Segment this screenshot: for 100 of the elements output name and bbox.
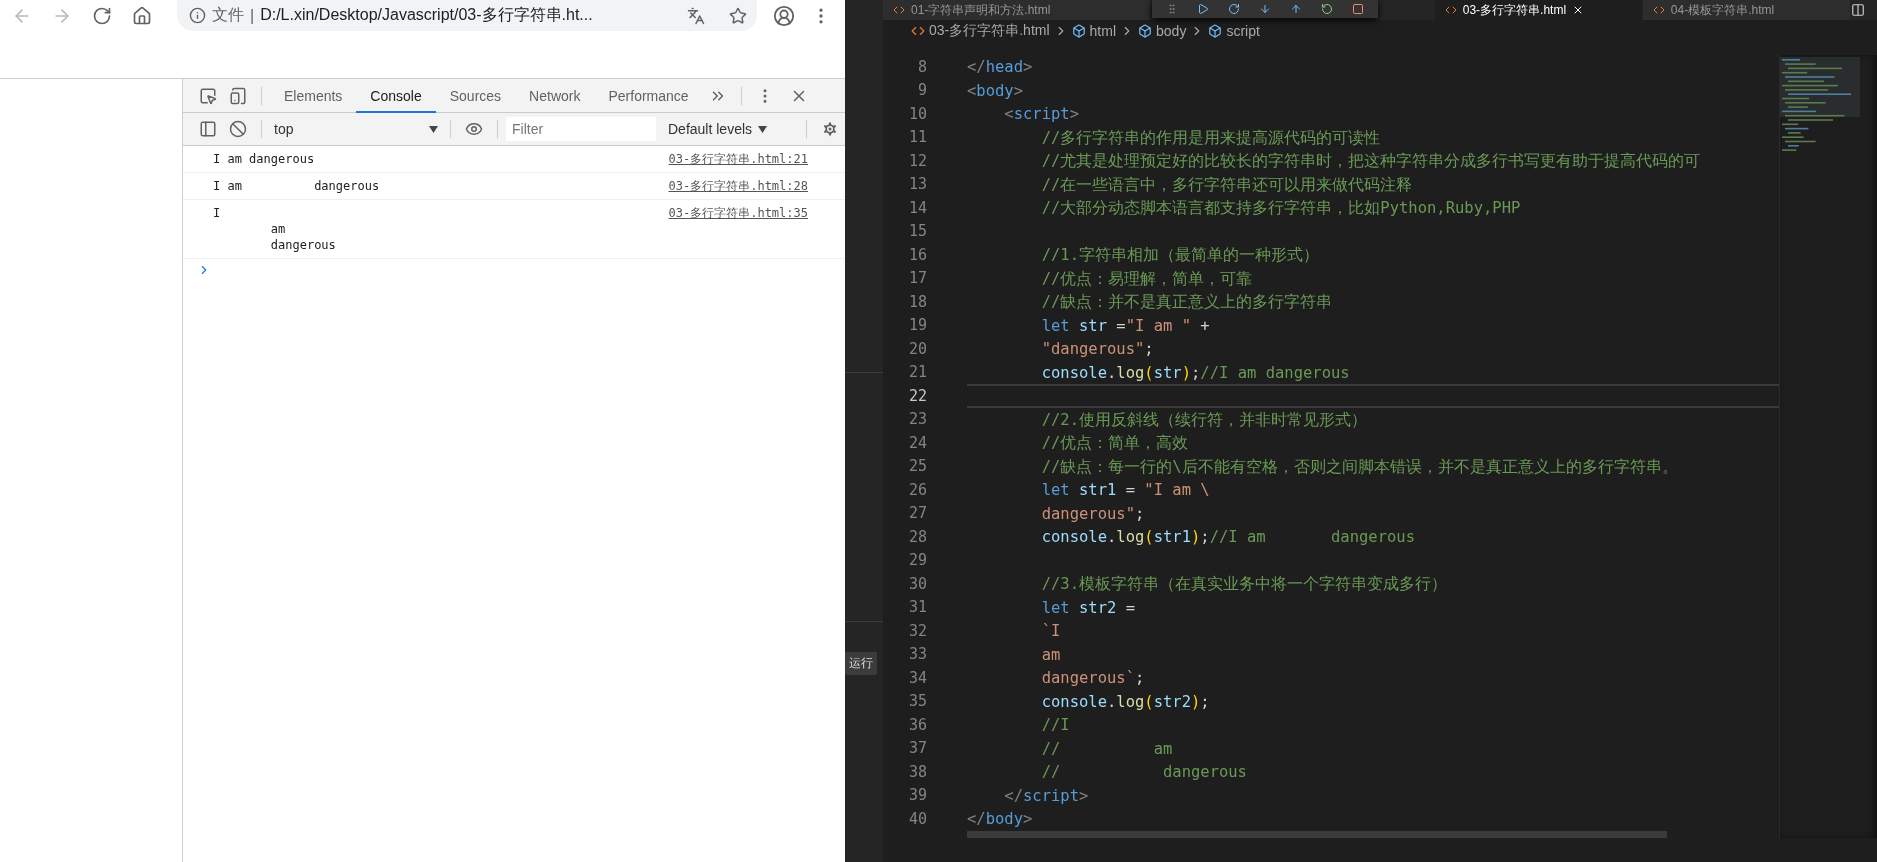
breadcrumb-item[interactable]: script — [1226, 23, 1260, 39]
line-number: 23 — [907, 410, 928, 429]
info-icon — [189, 7, 206, 24]
editor-tab[interactable]: 01-字符串声明和方法.html — [883, 0, 1151, 20]
console-message: I am dangerous — [213, 178, 380, 194]
breadcrumb-item[interactable]: 03-多行字符串.html — [929, 22, 1050, 40]
device-icon[interactable] — [229, 86, 247, 105]
line-number: 26 — [907, 480, 928, 499]
line-number: 12 — [907, 151, 928, 170]
editor-tab[interactable]: 04-模板字符串.html — [1642, 0, 1851, 20]
cube-icon — [1138, 24, 1153, 38]
line-number: 8 — [916, 57, 928, 76]
code-line: let str1 = "I am \ — [1040, 480, 1211, 501]
line-number: 34 — [907, 668, 928, 687]
line-number: 18 — [907, 292, 928, 311]
code-line: </script> — [1003, 785, 1090, 807]
cube-icon — [1208, 24, 1223, 38]
line-number: 22 — [907, 386, 928, 405]
line-number: 9 — [916, 81, 928, 100]
sidebar-icon[interactable] — [199, 120, 217, 138]
code-line: //尤其是处理预定好的比较长的字符串时，把这种字符串分成多行书写更有助于提高代码的可 — [1040, 151, 1702, 172]
line-number: 33 — [907, 645, 928, 664]
source-link[interactable]: 03-多行字符串.html:28 — [668, 178, 808, 194]
line-number: 37 — [907, 739, 928, 758]
line-number: 15 — [907, 222, 928, 241]
devtools-tab[interactable]: Elements — [270, 78, 357, 113]
scrollbar-thumb[interactable] — [967, 830, 1667, 838]
translate-icon[interactable] — [687, 6, 705, 25]
inspect-icon[interactable] — [199, 86, 217, 105]
code-line: let str ="I am " + — [1040, 315, 1211, 337]
caret-icon — [758, 125, 768, 133]
breadcrumb-item[interactable]: body — [1156, 23, 1187, 39]
step-into-icon[interactable] — [1259, 3, 1271, 15]
html-file-icon — [911, 24, 925, 38]
eye-icon[interactable] — [465, 120, 483, 138]
line-number: 20 — [907, 339, 928, 358]
line-number: 25 — [907, 457, 928, 476]
step-over-icon[interactable] — [1227, 3, 1240, 15]
html-file-icon — [893, 4, 905, 16]
console-message: I am dangerous — [213, 205, 336, 253]
source-link[interactable]: 03-多行字符串.html:21 — [668, 151, 808, 167]
line-number: 13 — [907, 175, 928, 194]
line-number: 36 — [907, 715, 928, 734]
code-line: //优点：易理解，简单，可靠 — [1040, 268, 1254, 290]
caret-icon — [429, 125, 438, 133]
breadcrumb-item[interactable]: html — [1089, 23, 1117, 39]
code-line: let str2 = — [1040, 597, 1136, 619]
step-out-icon[interactable] — [1290, 3, 1303, 15]
source-link[interactable]: 03-多行字符串.html:35 — [668, 205, 808, 253]
home-button[interactable] — [131, 4, 153, 27]
star-icon[interactable] — [729, 6, 747, 25]
code-line: console.log(str2); — [1040, 691, 1211, 713]
code-line: //2.使用反斜线（续行符，并非时常见形式） — [1040, 409, 1368, 431]
stop-icon[interactable] — [1352, 3, 1365, 15]
code-line: `I — [1040, 621, 1062, 642]
code-line: </body> — [967, 809, 1034, 830]
code-line: // am — [1040, 738, 1174, 760]
line-number: 40 — [907, 809, 928, 828]
code-line: <body> — [967, 80, 1024, 102]
code-line: dangerous"; — [1040, 503, 1146, 525]
code-line: // dangerous — [1040, 762, 1248, 783]
code-line: am — [1040, 644, 1062, 666]
line-number: 24 — [907, 433, 928, 452]
settings-icon[interactable] — [821, 120, 839, 138]
separator: | — [250, 6, 255, 25]
address-bar[interactable]: 文件 | D:/L.xin/Desktop/Javascript/03-多行字符串.ht... — [177, 0, 757, 31]
line-number: 30 — [907, 574, 928, 593]
console-message: I am dangerous — [213, 151, 315, 167]
line-number: 38 — [907, 762, 928, 781]
scheme-label: 文件 — [212, 5, 244, 25]
code-line: //缺点：并不是真正意义上的多行字符串 — [1040, 292, 1334, 313]
line-number: 16 — [907, 245, 928, 264]
code-line: //多行字符串的作用是用来提高源代码的可读性 — [1040, 127, 1382, 149]
levels-select[interactable]: Default levels — [664, 121, 784, 137]
code-line: </head> — [967, 57, 1034, 78]
clear-icon[interactable] — [229, 120, 247, 138]
code-line: //在一些语言中，多行字符串还可以用来做代码注释 — [1040, 174, 1414, 196]
line-number: 17 — [907, 269, 928, 288]
html-file-icon — [1652, 4, 1665, 16]
restart-icon[interactable] — [1321, 3, 1334, 15]
devtools-tab[interactable]: Network — [515, 78, 595, 113]
code-line: "dangerous"; — [1040, 339, 1155, 360]
devtools-tab[interactable]: Performance — [594, 78, 703, 113]
continue-icon[interactable] — [1196, 3, 1209, 15]
code-line: console.log(str);//I am dangerous — [1040, 362, 1351, 384]
line-number: 31 — [907, 598, 928, 617]
code-line: dangerous`; — [1040, 668, 1146, 689]
line-number: 21 — [907, 363, 928, 382]
url-text: D:/L.xin/Desktop/Javascript/03-多行字符串.ht... — [260, 5, 593, 25]
context-select[interactable]: top — [270, 117, 442, 141]
profile-icon[interactable] — [773, 4, 795, 27]
line-number: 11 — [907, 128, 928, 147]
code-line: //1.字符串相加（最简单的一种形式） — [1040, 245, 1320, 266]
devtools-tab[interactable]: Sources — [435, 78, 516, 113]
line-number: 19 — [907, 316, 928, 335]
code-line: //3.模板字符串（在真实业务中将一个字符串变成多行） — [1040, 574, 1448, 595]
cube-icon — [1071, 24, 1086, 38]
filter-field[interactable]: Filter — [506, 117, 656, 141]
editor-tab[interactable]: 03-多行字符串.html — [1434, 0, 1643, 20]
html-file-icon — [1444, 4, 1457, 16]
